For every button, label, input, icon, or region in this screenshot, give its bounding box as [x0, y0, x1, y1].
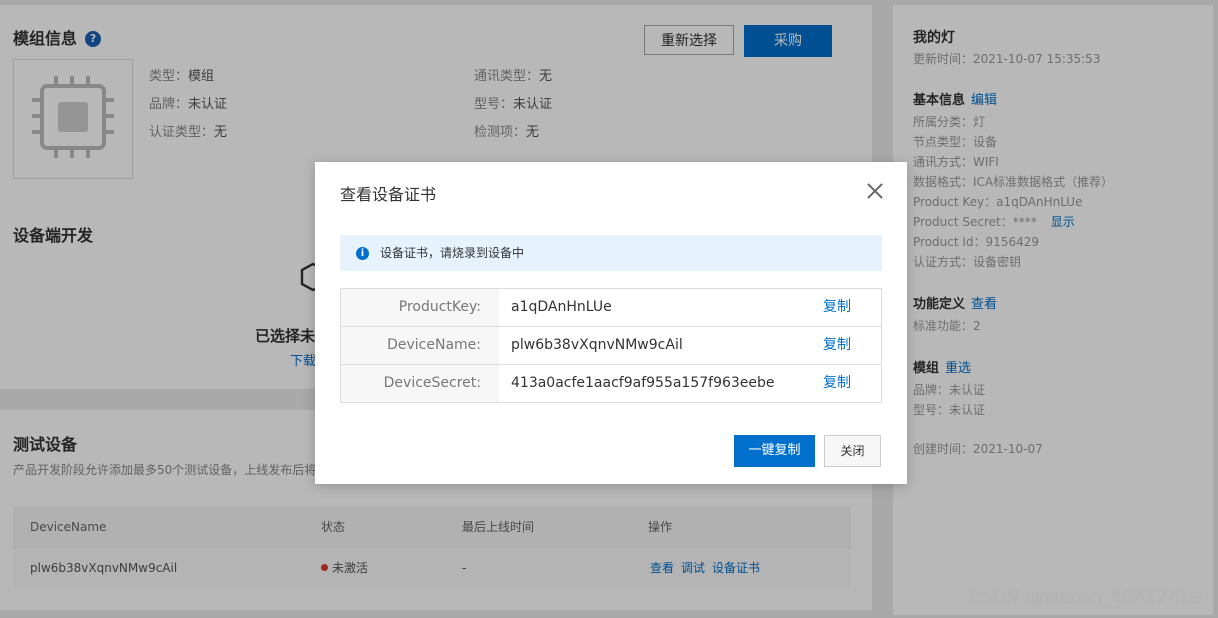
credential-key: ProductKey: — [341, 289, 499, 326]
credentials-table: ProductKey: a1qDAnHnLUe 复制 DeviceName: p… — [340, 288, 882, 403]
copy-devicesecret-button[interactable]: 复制 — [823, 365, 851, 402]
alert-text: 设备证书，请烧录到设备中 — [380, 246, 525, 260]
credential-value: plw6b38vXqnvNMw9cAil — [511, 337, 683, 353]
copy-all-button[interactable]: 一键复制 — [734, 435, 815, 467]
credential-row-devicename: DeviceName: plw6b38vXqnvNMw9cAil 复制 — [341, 327, 881, 365]
credential-row-productkey: ProductKey: a1qDAnHnLUe 复制 — [341, 289, 881, 327]
info-icon: i — [356, 247, 369, 260]
copy-productkey-button[interactable]: 复制 — [823, 289, 851, 326]
credential-key: DeviceName: — [341, 327, 499, 364]
credential-row-devicesecret: DeviceSecret: 413a0acfe1aacf9af955a157f9… — [341, 365, 881, 403]
modal-title: 查看设备证书 — [340, 185, 437, 204]
close-icon[interactable] — [865, 181, 885, 201]
copy-devicename-button[interactable]: 复制 — [823, 327, 851, 364]
credential-value: 413a0acfe1aacf9af955a157f963eebe — [511, 375, 775, 391]
device-cert-modal: 查看设备证书 i 设备证书，请烧录到设备中 ProductKey: a1qDAn… — [315, 162, 907, 484]
credential-value: a1qDAnHnLUe — [511, 299, 612, 315]
info-alert: i 设备证书，请烧录到设备中 — [340, 235, 882, 271]
close-button[interactable]: 关闭 — [824, 435, 881, 467]
credential-key: DeviceSecret: — [341, 365, 499, 402]
